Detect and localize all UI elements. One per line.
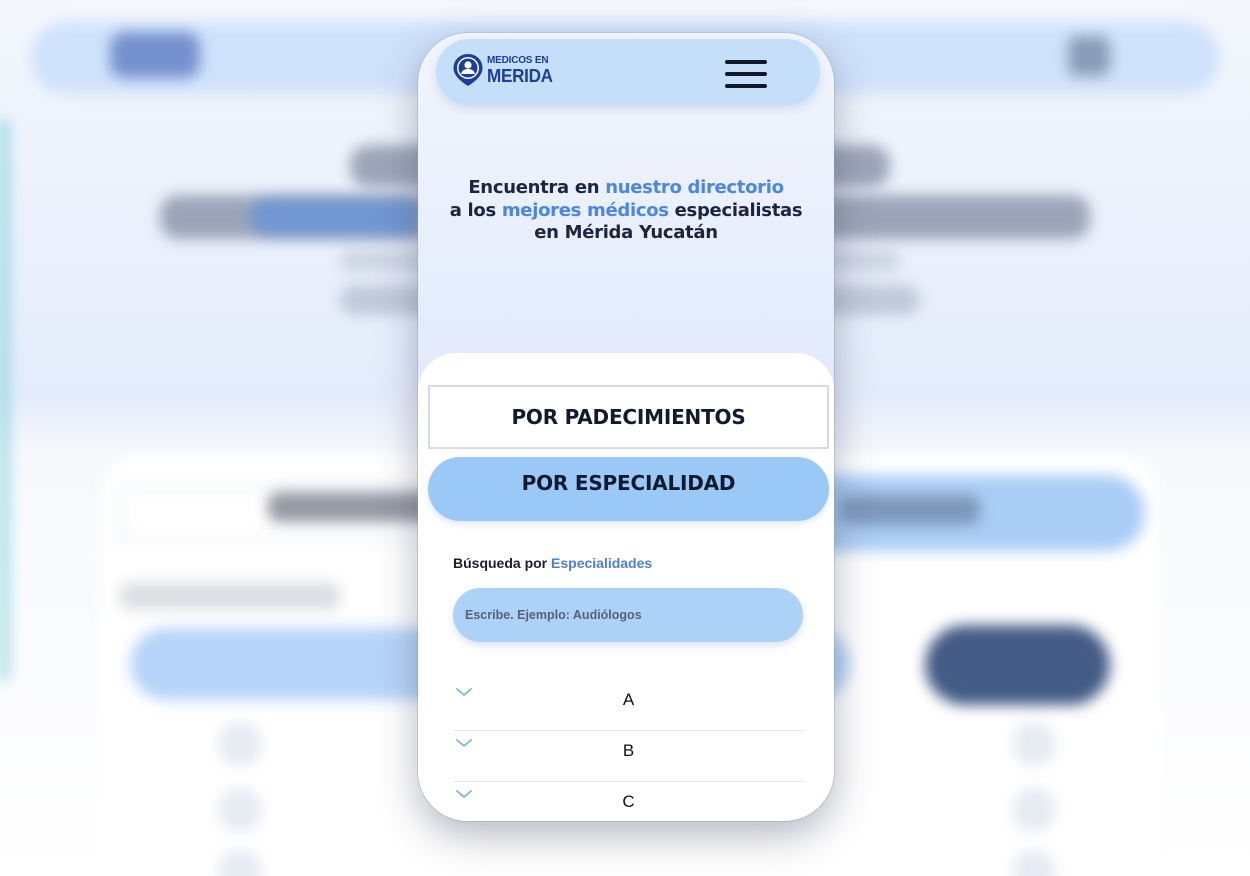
hero-text: Encuentra en [468,177,606,198]
map-pin-doctor-icon [453,54,483,86]
accordion-item-c[interactable]: C [453,782,804,821]
logo-line-2: MERIDA [487,65,553,86]
background-heading-highlight [250,198,420,236]
site-logo[interactable]: MEDICOS EN MERIDA [452,53,556,87]
background-list-dot [1012,722,1056,766]
background-list-dot [218,722,262,766]
site-header: MEDICOS EN MERIDA [436,39,820,105]
menu-bar [725,60,767,64]
menu-bar [725,72,767,76]
background-tab-label [268,492,438,522]
background-menu-icon [1068,36,1110,76]
hero-line-1: Encuentra en nuestro directorio [428,177,824,200]
menu-bar [725,84,767,88]
hero-text: a los [449,199,502,221]
background-search-label [120,582,340,610]
search-label-highlight: Especialidades [551,555,653,571]
hero-line-2: a los mejores médicos especialistas [428,200,824,223]
background-tab-label [840,495,980,525]
accordion-letter: A [622,690,635,709]
specialty-search-input[interactable] [453,588,803,642]
accordion-letter: C [622,792,635,811]
hamburger-menu-icon[interactable] [725,58,767,90]
hero-text: especialistas [668,199,803,221]
tab-por-especialidad[interactable]: POR ESPECIALIDAD [428,457,829,521]
search-label: Búsqueda por Especialidades [453,555,652,571]
hero-line-3: en Mérida Yucatán [534,222,718,243]
tab-por-padecimientos[interactable]: POR PADECIMIENTOS [428,385,829,449]
accordion-item-a[interactable]: A [453,680,804,731]
accordion-item-b[interactable]: B [453,731,804,782]
directory-panel: POR PADECIMIENTOS POR ESPECIALIDAD Búsqu… [418,353,834,821]
search-label-text: Búsqueda por [453,555,552,571]
accordion-letter: B [622,741,635,760]
hero-highlight: mejores médicos [501,199,669,221]
background-list-dot [218,788,262,832]
hero-highlight: nuestro directorio [605,177,784,198]
background-search-button [925,625,1110,705]
hero-heading: Encuentra en nuestro directorio a los me… [428,177,824,245]
background-logo [110,32,200,78]
logo-line-1: MEDICOS EN [487,54,549,66]
background-list-dot [1012,788,1056,832]
mobile-screen: MEDICOS EN MERIDA Encuentra en nuestro d… [418,33,834,821]
background-accent-strip [0,120,8,680]
